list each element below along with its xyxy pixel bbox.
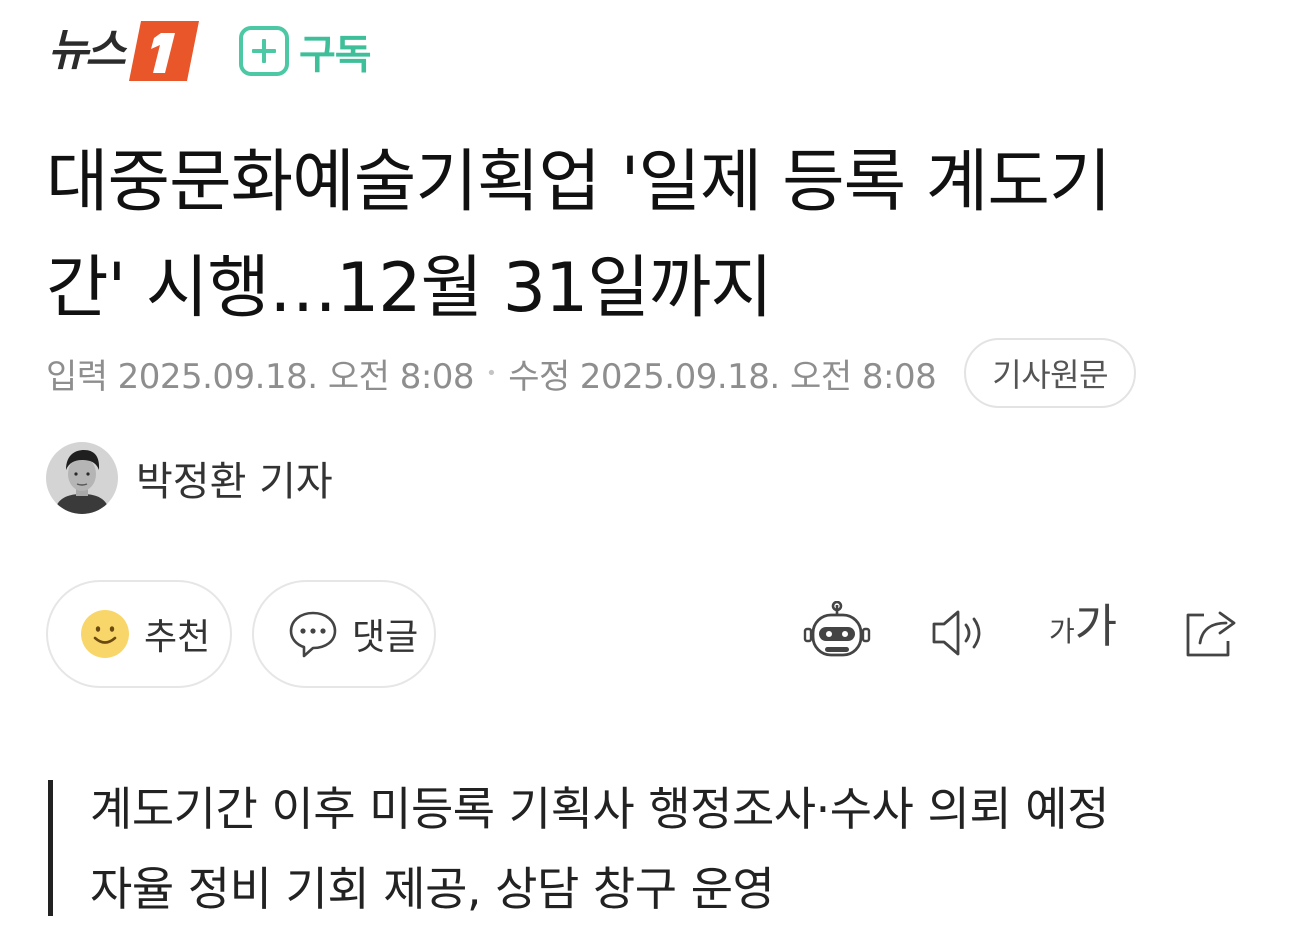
article-meta: 입력 2025.09.18. 오전 8:08 • 수정 2025.09.18. … xyxy=(46,338,1137,408)
article-title-line-1: 대중문화예술기획업 '일제 등록 계도기 xyxy=(46,143,1112,222)
summary-quote-bar xyxy=(48,780,53,916)
comment-label: 댓글 xyxy=(352,617,419,658)
plus-icon xyxy=(238,26,289,76)
share-button[interactable] xyxy=(1180,600,1242,666)
subscribe-label: 구독 xyxy=(298,32,372,78)
reporter-avatar xyxy=(46,442,118,514)
smiley-icon xyxy=(81,610,129,658)
font-size-button[interactable]: 가 가 xyxy=(1046,599,1120,666)
logo-text: 뉴스 xyxy=(48,25,126,76)
summary-line-2: 자율 정비 기회 제공, 상담 창구 운영 xyxy=(90,862,775,916)
meta-separator: • xyxy=(486,362,497,384)
masthead: 뉴스 구독 xyxy=(48,18,372,84)
article-title-line-2: 간' 시행…12월 31일까지 xyxy=(46,249,773,328)
modified-label: 수정 xyxy=(508,356,570,397)
speech-bubble-icon xyxy=(289,611,337,658)
like-button[interactable]: 추천 xyxy=(46,580,232,688)
share-icon xyxy=(1186,611,1236,657)
subscribe-button[interactable]: 구독 xyxy=(238,22,372,80)
input-datetime: 2025.09.18. 오전 8:08 xyxy=(117,356,475,397)
ai-summary-bot-icon xyxy=(803,601,871,657)
summary-line-1: 계도기간 이후 미등록 기획사 행정조사·수사 의뢰 예정 xyxy=(90,782,1109,836)
original-article-label: 기사원문 xyxy=(992,356,1109,394)
logo-one-mark xyxy=(128,21,199,81)
reporter[interactable]: 박정환 기자 xyxy=(46,442,333,514)
font-size-icon-small: 가 xyxy=(1048,615,1075,648)
like-label: 추천 xyxy=(144,617,211,658)
ai-summary-bot-button[interactable] xyxy=(802,600,872,666)
news1-logo[interactable]: 뉴스 xyxy=(48,18,201,84)
font-size-icon-big: 가 xyxy=(1074,599,1118,653)
article-summary: 계도기간 이후 미등록 기획사 행정조사·수사 의뢰 예정 자율 정비 기회 제… xyxy=(48,780,1248,916)
listen-button[interactable] xyxy=(928,600,992,666)
input-label: 입력 xyxy=(46,356,108,397)
speaker-icon xyxy=(932,610,981,656)
original-article-button[interactable]: 기사원문 xyxy=(964,338,1137,408)
modified-datetime: 2025.09.18. 오전 8:08 xyxy=(579,356,937,397)
article-title: 대중문화예술기획업 '일제 등록 계도기 간' 시행…12월 31일까지 xyxy=(46,130,1246,342)
comment-button[interactable]: 댓글 xyxy=(252,580,436,688)
reporter-name: 박정환 기자 xyxy=(136,459,333,505)
